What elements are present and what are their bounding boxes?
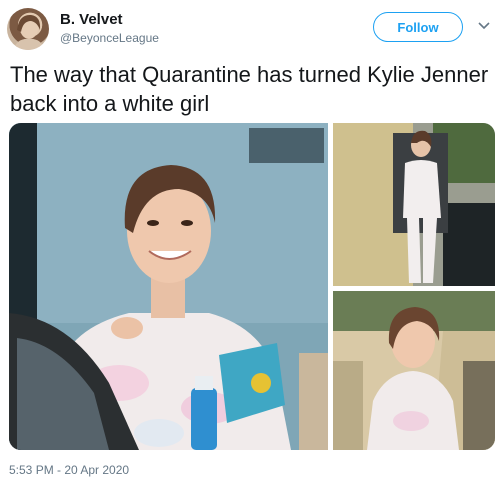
chevron-down-icon[interactable]	[477, 19, 491, 33]
author-handle[interactable]: @BeyonceLeague	[60, 31, 159, 45]
media-grid	[9, 123, 495, 450]
media-photo-top-right[interactable]	[333, 123, 495, 286]
follow-button[interactable]: Follow	[373, 12, 463, 42]
tweet-text: The way that Quarantine has turned Kylie…	[10, 62, 489, 116]
author-display-name[interactable]: B. Velvet	[60, 11, 123, 28]
media-photo-main[interactable]	[9, 123, 328, 450]
avatar[interactable]	[7, 8, 49, 50]
tweet-timestamp[interactable]: 5:53 PM - 20 Apr 2020	[9, 463, 129, 477]
tweet-card: B. Velvet @BeyonceLeague Follow The way …	[0, 0, 500, 490]
media-photo-bottom-right[interactable]	[333, 291, 495, 450]
